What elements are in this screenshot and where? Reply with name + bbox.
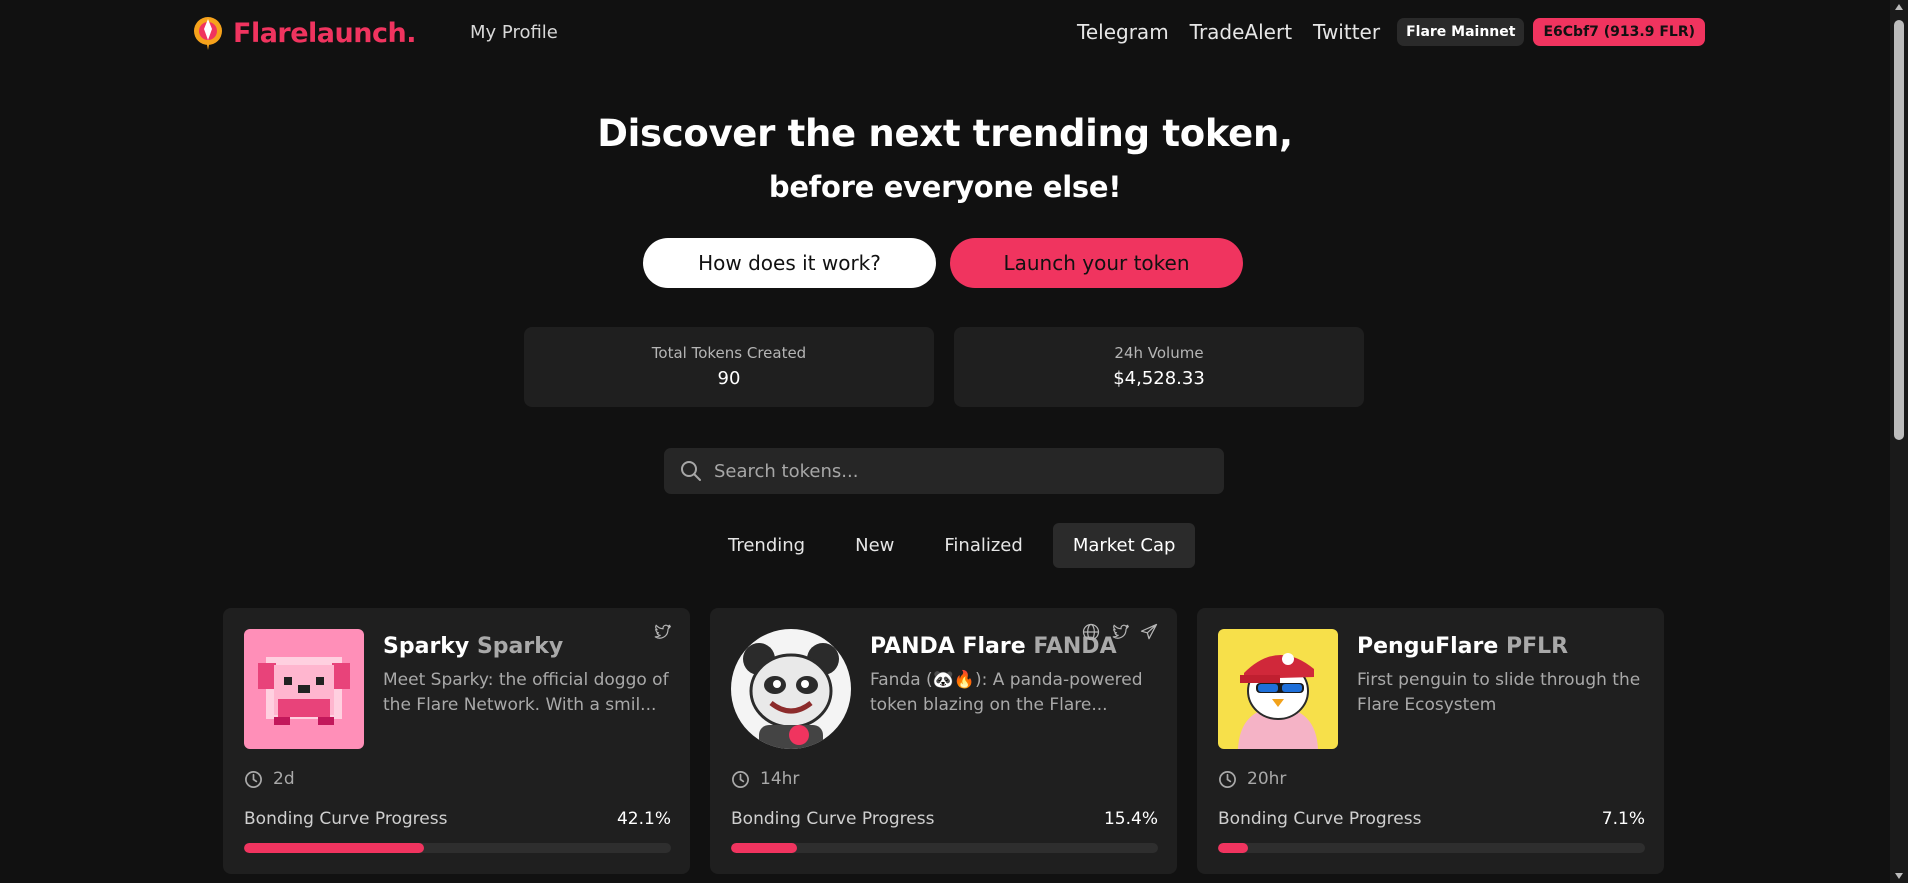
token-card-penguflare[interactable]: PenguFlare PFLR First penguin to slide t… <box>1197 608 1664 874</box>
brand-logo[interactable]: Flarelaunch. <box>191 14 416 52</box>
progress-bar <box>244 843 671 853</box>
nav-telegram-link[interactable]: Telegram <box>1077 20 1169 44</box>
tab-trending[interactable]: Trending <box>708 523 825 568</box>
navbar: Flarelaunch. My Profile Telegram TradeAl… <box>0 0 1890 66</box>
nav-twitter-link[interactable]: Twitter <box>1313 20 1380 44</box>
scroll-up-arrow-icon[interactable] <box>1895 4 1903 10</box>
token-symbol: Sparky <box>476 634 564 659</box>
launch-token-button[interactable]: Launch your token <box>950 238 1243 288</box>
progress-label: Bonding Curve Progress <box>244 809 448 829</box>
twitter-icon[interactable] <box>1110 622 1130 642</box>
clock-icon <box>245 770 262 788</box>
token-age-text: 20hr <box>1247 769 1287 789</box>
token-description: Meet Sparky: the official doggo of the F… <box>383 670 669 715</box>
stat-24h-volume: 24h Volume $4,528.33 <box>954 327 1364 407</box>
search-bar[interactable] <box>664 448 1224 494</box>
globe-icon[interactable] <box>1081 622 1101 642</box>
stat-label: Total Tokens Created <box>651 344 807 362</box>
stat-value: 90 <box>717 368 741 389</box>
token-image-panda-flare <box>731 629 851 749</box>
progress-value: 15.4% <box>1103 809 1158 829</box>
token-age: 2d <box>244 769 295 789</box>
network-badge[interactable]: Flare Mainnet <box>1397 18 1525 46</box>
token-name-text: PenguFlare <box>1357 634 1499 659</box>
tab-market-cap[interactable]: Market Cap <box>1052 523 1196 568</box>
token-name[interactable]: PANDA Flare FANDA <box>870 634 1117 659</box>
scroll-down-arrow-icon[interactable] <box>1895 873 1903 879</box>
brand-name: Flarelaunch. <box>233 17 416 49</box>
token-age-text: 2d <box>273 769 295 789</box>
token-name[interactable]: PenguFlare PFLR <box>1357 634 1568 659</box>
token-name[interactable]: Sparky Sparky <box>383 634 563 659</box>
token-age: 14hr <box>731 769 799 789</box>
clock-icon <box>732 770 749 788</box>
wallet-button[interactable]: E6Cbf7 (913.9 FLR) <box>1533 18 1705 46</box>
token-card-sparky[interactable]: Sparky Sparky Meet Sparky: the official … <box>223 608 690 874</box>
stat-value: $4,528.33 <box>1113 368 1205 389</box>
token-description: Fanda (🐼🔥): A panda-powered token blazin… <box>870 670 1143 715</box>
token-image-sparky <box>244 629 364 749</box>
twitter-icon[interactable] <box>652 622 672 642</box>
nav-right: Telegram TradeAlert Twitter Flare Mainne… <box>1077 18 1705 46</box>
clock-icon <box>1219 770 1236 788</box>
progress-bar <box>731 843 1158 853</box>
hero-subtitle: before everyone else! <box>768 170 1122 204</box>
progress-label: Bonding Curve Progress <box>1218 809 1422 829</box>
token-name-text: Sparky <box>383 634 470 659</box>
progress-bar <box>1218 843 1645 853</box>
telegram-icon[interactable] <box>1139 622 1159 642</box>
token-image-penguflare <box>1218 629 1338 749</box>
token-name-text: PANDA Flare <box>870 634 1026 659</box>
stat-total-tokens: Total Tokens Created 90 <box>524 327 934 407</box>
rocket-icon <box>194 17 222 50</box>
token-socials <box>1081 622 1159 642</box>
nav-my-profile[interactable]: My Profile <box>470 22 558 43</box>
tab-finalized[interactable]: Finalized <box>924 523 1042 568</box>
token-description: First penguin to slide through the Flare… <box>1357 670 1641 715</box>
progress-value: 42.1% <box>616 809 671 829</box>
token-card-panda-flare[interactable]: PANDA Flare FANDA Fanda (🐼🔥): A panda-po… <box>710 608 1177 874</box>
stat-label: 24h Volume <box>1114 344 1204 362</box>
progress-label: Bonding Curve Progress <box>731 809 935 829</box>
progress-fill <box>1218 843 1249 853</box>
how-it-works-button[interactable]: How does it work? <box>643 238 936 288</box>
search-icon <box>681 461 701 481</box>
token-age-text: 14hr <box>760 769 800 789</box>
sort-tabs: Trending New Finalized Market Cap <box>708 523 1196 568</box>
nav-tradealert-link[interactable]: TradeAlert <box>1190 20 1292 44</box>
hero-title: Discover the next trending token, <box>597 112 1293 155</box>
token-socials <box>652 622 672 642</box>
token-symbol: PFLR <box>1505 634 1569 659</box>
progress-value: 7.1% <box>1601 809 1645 829</box>
page-scrollbar[interactable] <box>1890 0 1908 883</box>
token-age: 20hr <box>1218 769 1286 789</box>
scrollbar-thumb[interactable] <box>1894 20 1904 440</box>
progress-fill <box>244 843 424 853</box>
tab-new[interactable]: New <box>835 523 914 568</box>
progress-fill <box>731 843 797 853</box>
search-input[interactable] <box>714 460 1194 482</box>
